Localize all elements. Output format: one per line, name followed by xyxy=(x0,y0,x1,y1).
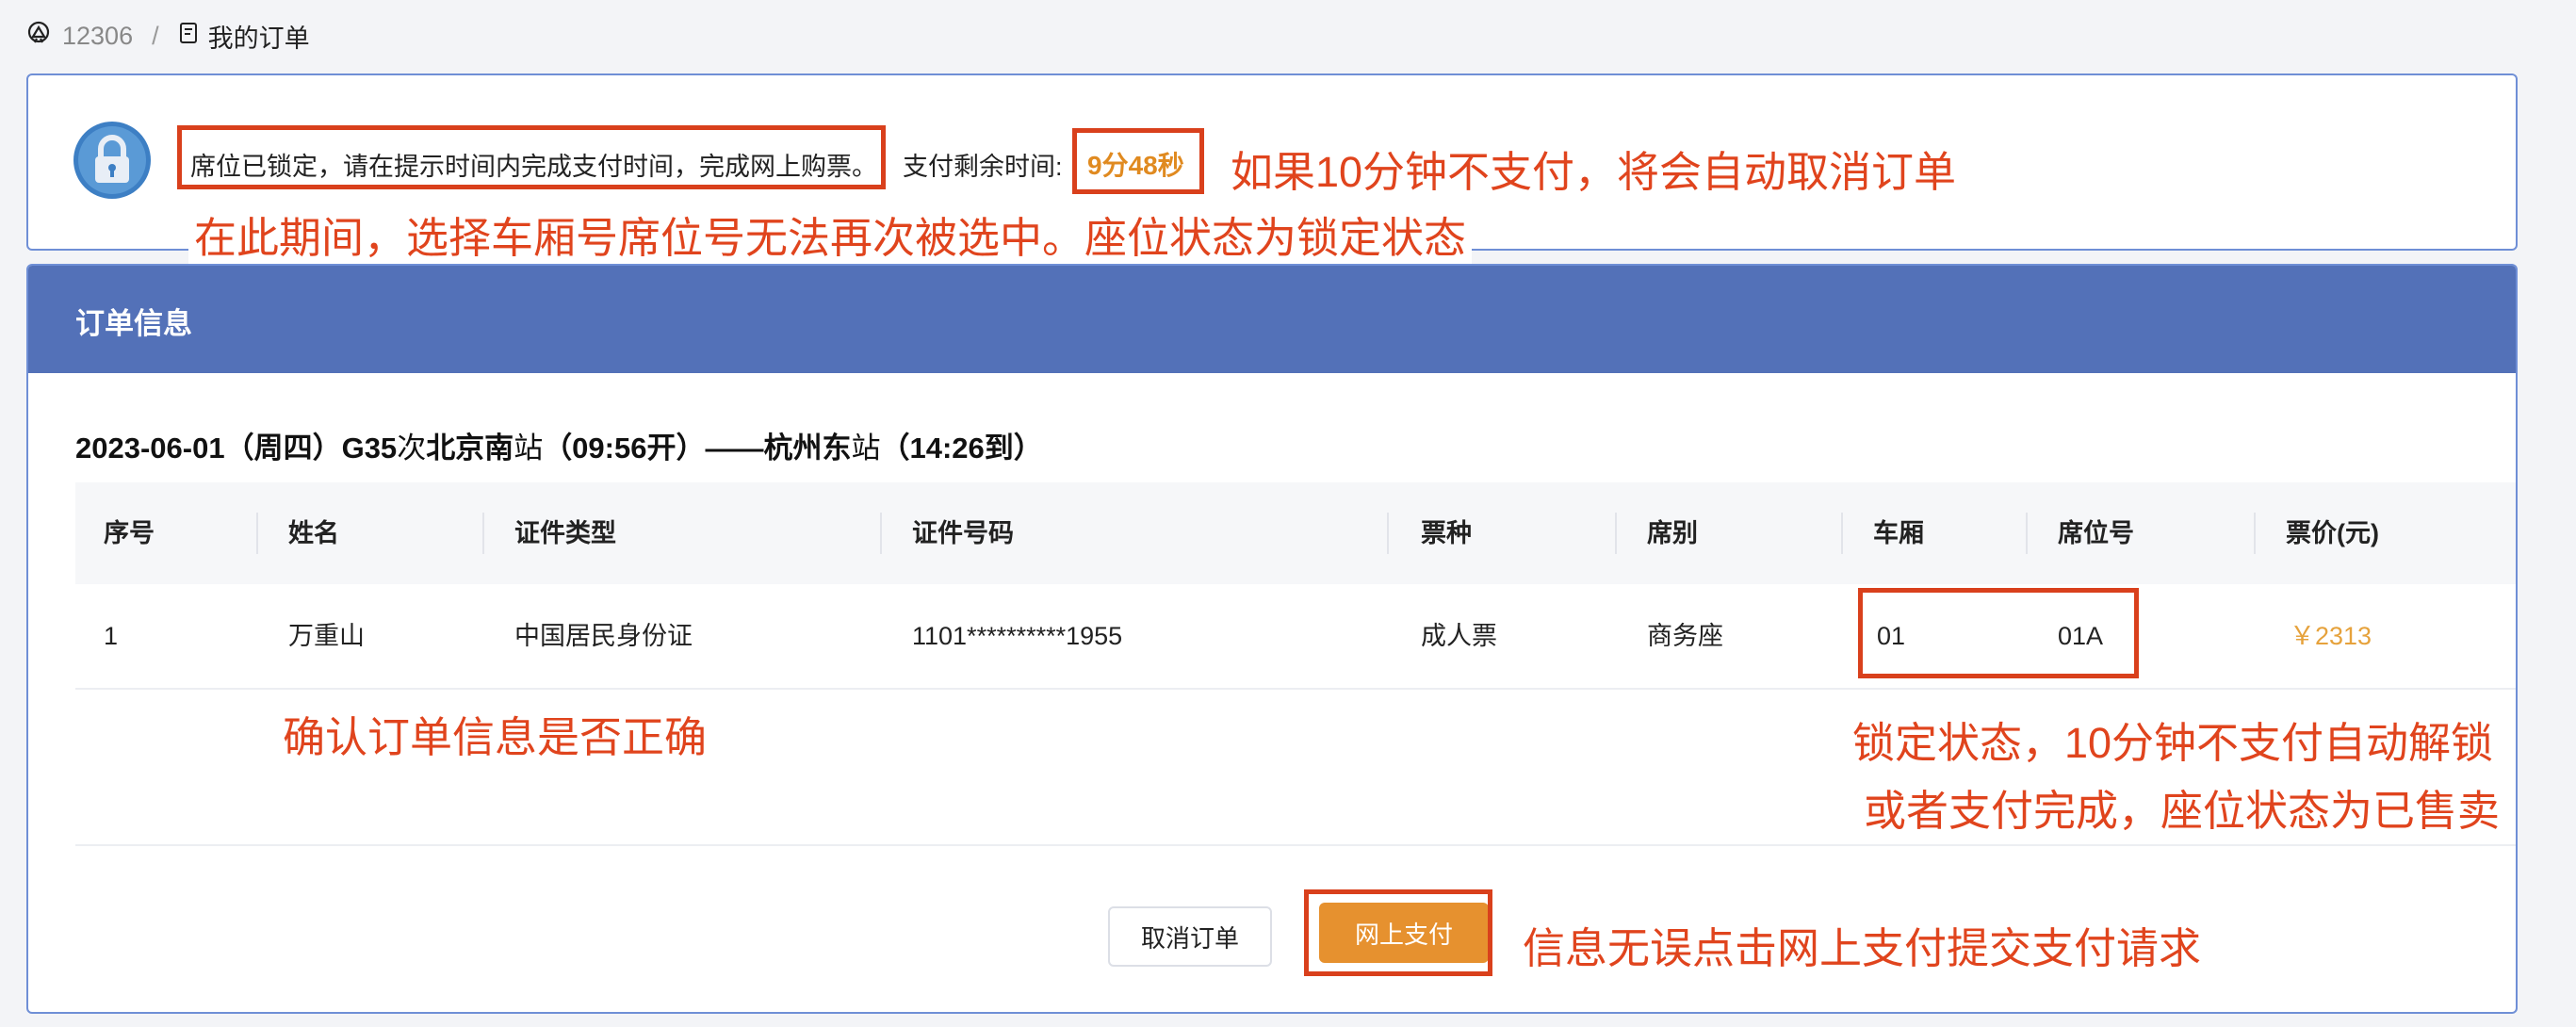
column-divider xyxy=(1615,513,1617,554)
cell-ticket-type: 成人票 xyxy=(1421,622,1497,650)
lock-icon xyxy=(72,120,153,201)
annotation-box-timer xyxy=(1072,128,1204,194)
trip-train-suffix: 次 xyxy=(397,432,427,465)
column-header-name: 姓名 xyxy=(288,519,339,547)
table-header: 序号 姓名 证件类型 证件号码 票种 席别 车厢 席位号 票价(元) xyxy=(75,482,2516,584)
column-divider xyxy=(2026,513,2028,554)
annotation-lock-state-line2: 或者支付完成，座位状态为已售卖 xyxy=(1864,787,2501,835)
column-header-carriage: 车厢 xyxy=(1873,519,1924,547)
trip-summary: 2023-06-01（周四）G35次北京南站（09:56开）——杭州东站（14:… xyxy=(75,424,1043,466)
annotation-box-pay xyxy=(1304,889,1492,976)
column-header-seat-no: 席位号 xyxy=(2058,519,2134,547)
trip-arrive: （14:26到） xyxy=(880,432,1043,465)
cell-no: 1 xyxy=(104,622,119,650)
breadcrumb-home-link[interactable]: 12306 xyxy=(62,22,133,51)
table-row: 1 万重山 中国居民身份证 1101**********1955 成人票 商务座… xyxy=(75,584,2516,690)
annotation-lock-note: 在此期间，选择车厢号席位号无法再次被选中。座位状态为锁定状态 xyxy=(188,204,1473,265)
cancel-order-button[interactable]: 取消订单 xyxy=(1108,906,1272,967)
annotation-pay-note: 信息无误点击网上支付提交支付请求 xyxy=(1523,924,2202,972)
cell-price: ￥2313 xyxy=(2290,622,2372,650)
annotation-box-seat xyxy=(1858,588,2139,678)
order-header xyxy=(28,266,2516,373)
cell-seat-class: 商务座 xyxy=(1647,622,1723,650)
order-info-panel: 订单信息 2023-06-01（周四）G35次北京南站（09:56开）——杭州东… xyxy=(26,264,2518,1014)
breadcrumb-current: 我的订单 xyxy=(207,24,310,53)
column-divider xyxy=(482,513,484,554)
trip-from: 北京南 xyxy=(426,432,514,465)
column-header-no: 序号 xyxy=(104,519,155,547)
column-header-id-number: 证件号码 xyxy=(912,519,1014,547)
trip-date: 2023-06-01（周四） xyxy=(75,432,342,465)
cell-id-type: 中国居民身份证 xyxy=(514,622,693,650)
annotation-lock-state-line1: 锁定状态，10分钟不支付自动解锁 xyxy=(1852,719,2494,767)
cell-name: 万重山 xyxy=(288,622,365,650)
trip-to: 杭州东 xyxy=(763,432,852,465)
trip-dash: —— xyxy=(705,432,764,465)
remaining-time-label: 支付剩余时间: xyxy=(903,153,1063,181)
breadcrumb: 12306 / 我的订单 xyxy=(26,17,310,55)
order-title: 订单信息 xyxy=(75,307,192,340)
annotation-cancel-warning: 如果10分钟不支付，将会自动取消订单 xyxy=(1231,148,1957,196)
table-bottom-divider xyxy=(75,844,2516,846)
column-divider xyxy=(2254,513,2256,554)
column-header-seat-class: 席别 xyxy=(1647,519,1698,547)
trip-from-suffix: 站 xyxy=(514,432,544,465)
trip-depart: （09:56开） xyxy=(543,432,706,465)
column-divider xyxy=(256,513,258,554)
document-icon xyxy=(178,22,199,51)
cell-id-number: 1101**********1955 xyxy=(912,622,1123,650)
trip-to-suffix: 站 xyxy=(851,432,881,465)
column-divider xyxy=(1841,513,1843,554)
annotation-box-message xyxy=(177,125,886,189)
train-icon xyxy=(26,21,51,52)
column-divider xyxy=(880,513,882,554)
trip-train: G35 xyxy=(341,432,398,465)
column-header-id-type: 证件类型 xyxy=(514,519,616,547)
column-header-price: 票价(元) xyxy=(2286,519,2379,547)
annotation-confirm-note: 确认订单信息是否正确 xyxy=(283,713,708,761)
column-divider xyxy=(1387,513,1389,554)
breadcrumb-separator: / xyxy=(152,21,159,50)
column-header-ticket-type: 票种 xyxy=(1421,519,1472,547)
